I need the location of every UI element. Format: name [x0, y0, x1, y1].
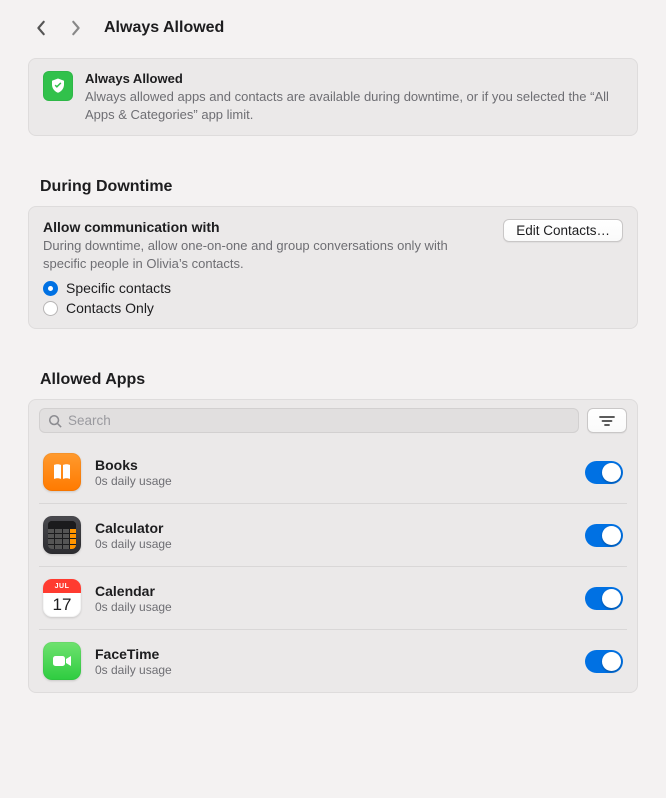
search-icon — [48, 414, 62, 428]
app-row-facetime: FaceTime 0s daily usage — [39, 630, 627, 692]
downtime-card: Allow communication with During downtime… — [28, 206, 638, 329]
app-name: Books — [95, 457, 571, 473]
app-toggle-books[interactable] — [585, 461, 623, 484]
radio-contacts-only[interactable]: Contacts Only — [43, 300, 623, 316]
app-toggle-facetime[interactable] — [585, 650, 623, 673]
calculator-icon — [43, 516, 81, 554]
facetime-icon — [43, 642, 81, 680]
app-row-books: Books 0s daily usage — [39, 441, 627, 504]
filter-icon — [599, 414, 615, 428]
info-description: Always allowed apps and contacts are ava… — [85, 88, 623, 123]
search-input[interactable] — [62, 412, 570, 429]
radio-dot-icon — [43, 281, 58, 296]
radio-specific-contacts[interactable]: Specific contacts — [43, 280, 623, 296]
app-toggle-calculator[interactable] — [585, 524, 623, 547]
page-title: Always Allowed — [104, 19, 224, 37]
info-card: Always Allowed Always allowed apps and c… — [28, 58, 638, 136]
filter-button[interactable] — [587, 408, 627, 433]
downtime-heading: During Downtime — [40, 178, 638, 196]
forward-button[interactable] — [62, 15, 88, 41]
radio-label: Specific contacts — [66, 280, 171, 296]
app-usage: 0s daily usage — [95, 600, 571, 614]
app-toggle-calendar[interactable] — [585, 587, 623, 610]
books-icon — [43, 453, 81, 491]
search-field[interactable] — [39, 408, 579, 433]
edit-contacts-button[interactable]: Edit Contacts… — [503, 219, 623, 242]
app-usage: 0s daily usage — [95, 474, 571, 488]
app-name: Calculator — [95, 520, 571, 536]
downtime-title: Allow communication with — [43, 219, 491, 235]
info-title: Always Allowed — [85, 71, 623, 86]
app-row-calculator: Calculator 0s daily usage — [39, 504, 627, 567]
app-name: Calendar — [95, 583, 571, 599]
allowed-apps-heading: Allowed Apps — [40, 371, 638, 389]
header: Always Allowed — [28, 8, 638, 48]
calendar-month: JUL — [43, 579, 81, 593]
calendar-day: 17 — [53, 593, 72, 617]
radio-label: Contacts Only — [66, 300, 154, 316]
app-row-calendar: JUL 17 Calendar 0s daily usage — [39, 567, 627, 630]
radio-dot-icon — [43, 301, 58, 316]
allowed-apps-card: Books 0s daily usage Calculator — [28, 399, 638, 693]
downtime-description: During downtime, allow one-on-one and gr… — [43, 237, 491, 272]
always-allowed-icon — [43, 71, 73, 101]
back-button[interactable] — [28, 15, 54, 41]
app-usage: 0s daily usage — [95, 663, 571, 677]
calendar-icon: JUL 17 — [43, 579, 81, 617]
app-usage: 0s daily usage — [95, 537, 571, 551]
app-name: FaceTime — [95, 646, 571, 662]
